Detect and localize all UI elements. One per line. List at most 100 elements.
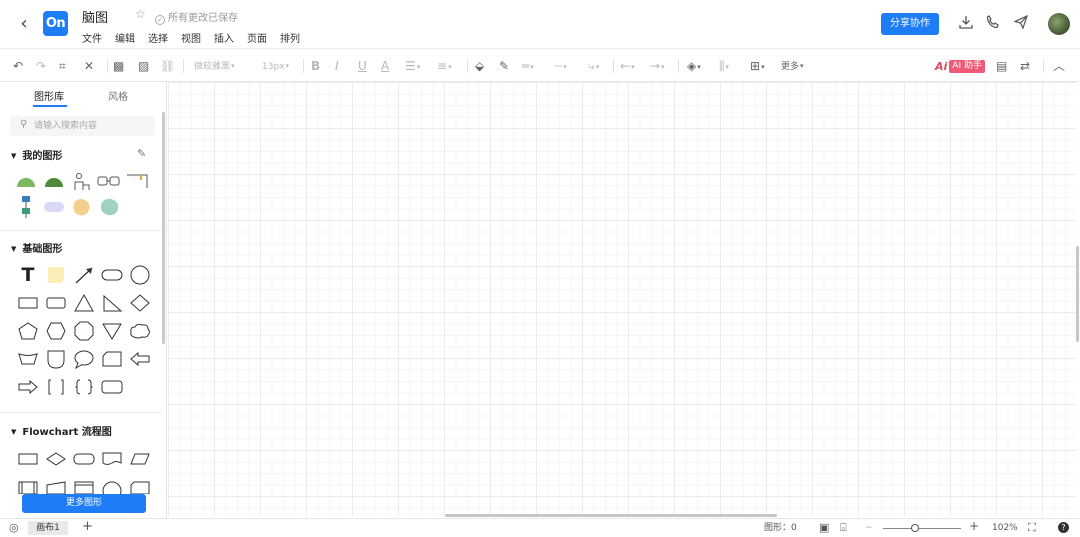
my-shape-flow-stack[interactable] — [14, 196, 38, 218]
format-painter-icon[interactable]: ⌗ — [59, 57, 66, 75]
line-width-icon[interactable]: ═▾ — [522, 57, 534, 75]
style-icon[interactable]: ▩ — [113, 57, 124, 75]
shape-rectangle[interactable] — [16, 292, 40, 314]
star-icon[interactable]: ☆ — [135, 7, 146, 21]
my-shape-person-desk[interactable] — [69, 170, 93, 192]
distribute-icon[interactable]: ⫼▾ — [719, 57, 729, 75]
my-shape-links[interactable] — [97, 170, 121, 192]
swap-icon[interactable]: ⇄ — [1020, 57, 1030, 75]
shape-inverted-triangle[interactable] — [100, 320, 124, 342]
underline-icon[interactable]: U — [358, 57, 367, 75]
shape-note[interactable] — [44, 264, 68, 286]
font-family-select[interactable]: 微软雅黑▾ — [194, 57, 235, 75]
my-shape-teal-blob[interactable] — [97, 196, 121, 218]
menu-page[interactable]: 页面 — [247, 30, 267, 45]
my-shape-lavender-pill[interactable] — [42, 196, 66, 218]
menu-insert[interactable]: 插入 — [214, 30, 234, 45]
shape-trapezoid-banner[interactable] — [16, 348, 40, 370]
zoom-level[interactable]: 102% — [992, 522, 1018, 535]
fullscreen-icon[interactable]: ⛶ — [1028, 521, 1036, 534]
arrow-end-icon[interactable]: →▾ — [650, 57, 665, 75]
avatar[interactable] — [1048, 13, 1070, 35]
shape-cloud[interactable] — [128, 320, 152, 342]
canvas-horizontal-scrollbar[interactable] — [445, 514, 777, 517]
zoom-slider[interactable] — [883, 528, 961, 529]
my-shape-bracket-frame[interactable] — [125, 170, 149, 192]
shape-text[interactable]: T — [16, 264, 40, 286]
undo-icon[interactable]: ↶ — [13, 57, 23, 75]
my-shape-darkgreen-dome[interactable] — [42, 170, 66, 192]
shape-brackets[interactable] — [44, 376, 68, 398]
arrow-start-icon[interactable]: ←▾ — [620, 57, 635, 75]
sidebar-scrollbar[interactable] — [162, 112, 165, 344]
shape-rounded-box[interactable] — [100, 376, 124, 398]
section-basic-shapes[interactable]: ▼ 基础图形 — [11, 240, 62, 255]
edit-icon[interactable]: ✎ — [137, 147, 146, 160]
menu-select[interactable]: 选择 — [148, 30, 168, 45]
flow-process[interactable] — [16, 448, 40, 470]
section-my-shapes[interactable]: ▼ 我的图形 — [11, 147, 62, 162]
layer-icon[interactable]: ◈▾ — [687, 57, 701, 75]
zoom-in-button[interactable]: + — [969, 520, 979, 533]
shape-diamond[interactable] — [128, 292, 152, 314]
back-button[interactable]: ‹ — [14, 12, 34, 36]
shape-right-triangle[interactable] — [100, 292, 124, 314]
shape-rounded-rect[interactable] — [100, 264, 124, 286]
download-icon[interactable] — [957, 14, 975, 34]
zoom-out-button[interactable]: − — [865, 522, 873, 535]
bold-icon[interactable]: B — [311, 57, 320, 75]
shape-braces[interactable] — [72, 376, 96, 398]
send-icon[interactable] — [1012, 14, 1030, 34]
shape-triangle[interactable] — [72, 292, 96, 314]
ai-assistant-button[interactable]: Ai AI 助手 — [935, 59, 985, 73]
shape-speech-bubble[interactable] — [72, 348, 96, 370]
clear-format-icon[interactable]: ✕ — [84, 57, 94, 75]
book-icon[interactable]: ⌻ — [840, 521, 847, 534]
connector-icon[interactable]: ⤷▾ — [588, 57, 599, 75]
layers-icon[interactable]: ◎ — [9, 521, 19, 534]
page-tab-1[interactable]: 画布1 — [28, 521, 68, 535]
format-panel-icon[interactable]: ▤ — [996, 57, 1007, 75]
canvas-vertical-scrollbar[interactable] — [1076, 246, 1079, 342]
section-flowchart[interactable]: ▼ Flowchart 流程图 — [11, 423, 112, 438]
document-title[interactable]: 脑图 — [82, 7, 108, 26]
image-icon[interactable]: ▨ — [138, 57, 149, 75]
tab-shape-library[interactable]: 图形库 — [34, 88, 64, 103]
more-shapes-button[interactable]: 更多图形 — [22, 494, 146, 513]
menu-view[interactable]: 视图 — [181, 30, 201, 45]
shape-tab-card[interactable] — [100, 348, 124, 370]
shape-soft-rect[interactable] — [44, 292, 68, 314]
shape-arrow-line[interactable] — [72, 264, 96, 286]
line-spacing-icon[interactable]: ☰▾ — [405, 57, 420, 75]
redo-icon[interactable]: ↷ — [36, 57, 46, 75]
collapse-toolbar-icon[interactable]: ︿ — [1053, 57, 1065, 75]
line-style-icon[interactable]: ┄▾ — [555, 57, 567, 75]
italic-icon[interactable]: I — [335, 57, 339, 75]
my-shape-green-dome[interactable] — [14, 170, 38, 192]
fill-icon[interactable]: ⬙ — [475, 57, 484, 75]
drawing-canvas[interactable] — [168, 82, 1076, 516]
outline-panel-icon[interactable]: ▣ — [819, 521, 829, 534]
menu-edit[interactable]: 编辑 — [115, 30, 135, 45]
share-button[interactable]: 分享协作 — [881, 13, 939, 35]
tab-style[interactable]: 风格 — [108, 88, 128, 103]
phone-icon[interactable] — [984, 14, 1002, 34]
font-size-select[interactable]: 13px▾ — [262, 57, 289, 75]
flow-document[interactable] — [100, 448, 124, 470]
link-icon[interactable]: ⛓ — [160, 57, 175, 75]
flow-terminator[interactable] — [72, 448, 96, 470]
flow-decision[interactable] — [44, 448, 68, 470]
shape-octagon[interactable] — [72, 320, 96, 342]
help-icon[interactable]: ? — [1058, 522, 1069, 533]
shape-left-arrow[interactable] — [128, 348, 152, 370]
line-color-icon[interactable]: ✎ — [499, 57, 509, 75]
my-shape-orange-blob[interactable] — [69, 196, 93, 218]
more-menu[interactable]: 更多▾ — [781, 57, 804, 75]
shape-circle[interactable] — [128, 264, 152, 286]
align-icon[interactable]: ≡▾ — [437, 57, 452, 75]
shape-right-arrow[interactable] — [16, 376, 40, 398]
menu-arrange[interactable]: 排列 — [280, 30, 300, 45]
shape-pentagon[interactable] — [16, 320, 40, 342]
add-page-button[interactable]: + — [82, 520, 93, 533]
shape-search-input[interactable] — [34, 118, 149, 134]
